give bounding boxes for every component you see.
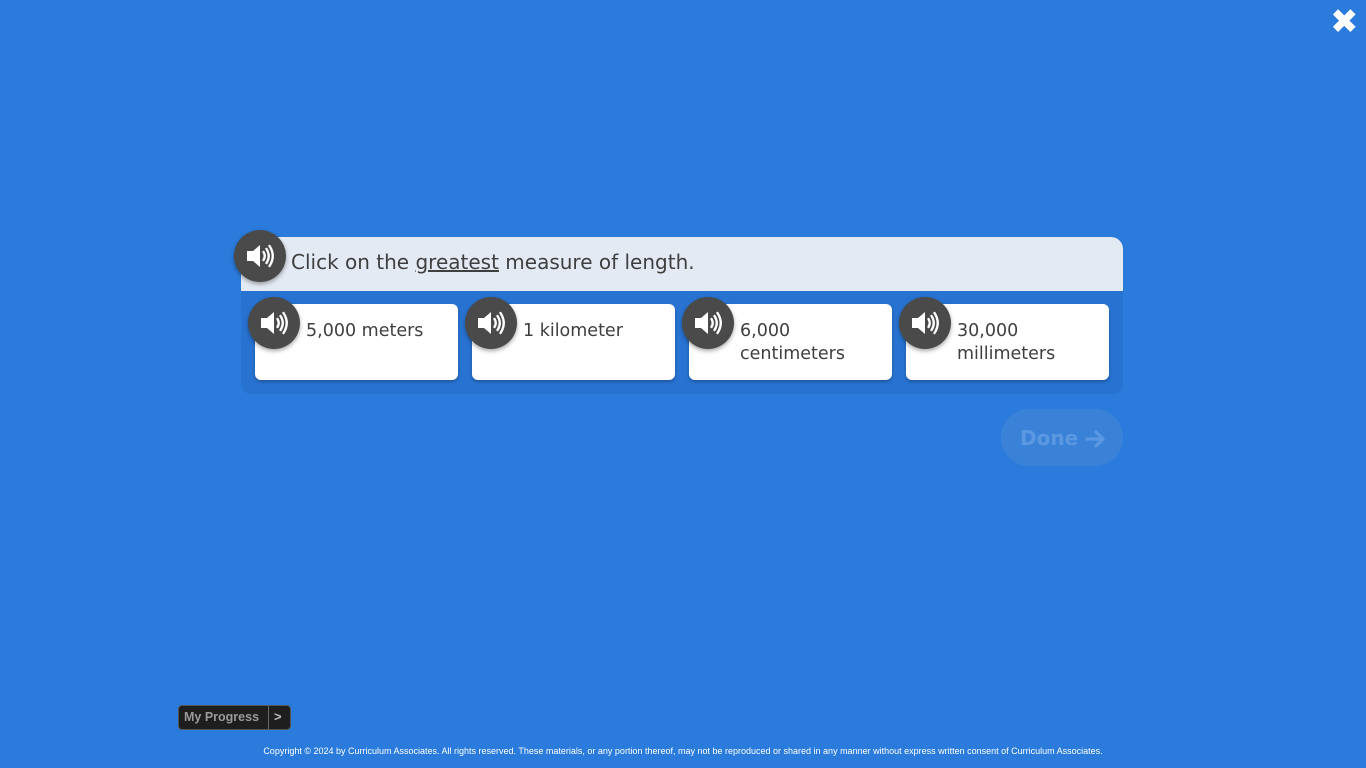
done-button[interactable]: Done xyxy=(1001,409,1123,466)
close-button[interactable]: ✖ xyxy=(1330,5,1359,39)
speaker-icon xyxy=(478,311,505,335)
copyright-footer: Copyright © 2024 by Curriculum Associate… xyxy=(263,746,1103,756)
prompt-audio-button[interactable] xyxy=(234,230,286,282)
choice-4-audio-button[interactable] xyxy=(899,297,951,349)
choice-1-audio-button[interactable] xyxy=(248,297,300,349)
question-panel: Click on the greatest measure of length.… xyxy=(234,230,1123,394)
prompt-emphasis: greatest xyxy=(415,250,499,274)
my-progress-button[interactable]: My Progress > xyxy=(178,705,291,730)
choice-2[interactable]: 1 kilometer xyxy=(465,297,675,380)
progress-arrow: > xyxy=(274,709,282,724)
choices-area: 5,000 meters 1 kilometer 6,000 centimete… xyxy=(241,291,1123,394)
choice-label: 1 kilometer xyxy=(523,321,623,341)
choice-2-audio-button[interactable] xyxy=(465,297,517,349)
speaker-icon xyxy=(247,244,274,268)
choice-1[interactable]: 5,000 meters xyxy=(248,297,458,380)
prompt-text-after: measure of length. xyxy=(498,250,695,274)
choice-label: 6,000 centimeters xyxy=(740,321,845,364)
speaker-icon xyxy=(912,311,939,335)
question-prompt: Click on the greatest measure of length. xyxy=(234,230,1123,291)
choice-label: 5,000 meters xyxy=(306,321,424,341)
choice-label: 30,000 millimeters xyxy=(957,321,1056,364)
speaker-icon xyxy=(695,311,722,335)
choice-4[interactable]: 30,000 millimeters xyxy=(899,297,1109,380)
arrow-right-icon xyxy=(1085,430,1105,448)
close-icon: ✖ xyxy=(1330,2,1359,42)
speaker-icon xyxy=(261,311,288,335)
question-text: Click on the greatest measure of length. xyxy=(291,250,695,274)
choice-3-audio-button[interactable] xyxy=(682,297,734,349)
choice-3[interactable]: 6,000 centimeters xyxy=(682,297,892,380)
done-label: Done xyxy=(1020,426,1079,450)
prompt-text-before: Click on the xyxy=(291,250,416,274)
progress-divider xyxy=(268,706,269,729)
my-progress-label: My Progress xyxy=(184,710,260,724)
